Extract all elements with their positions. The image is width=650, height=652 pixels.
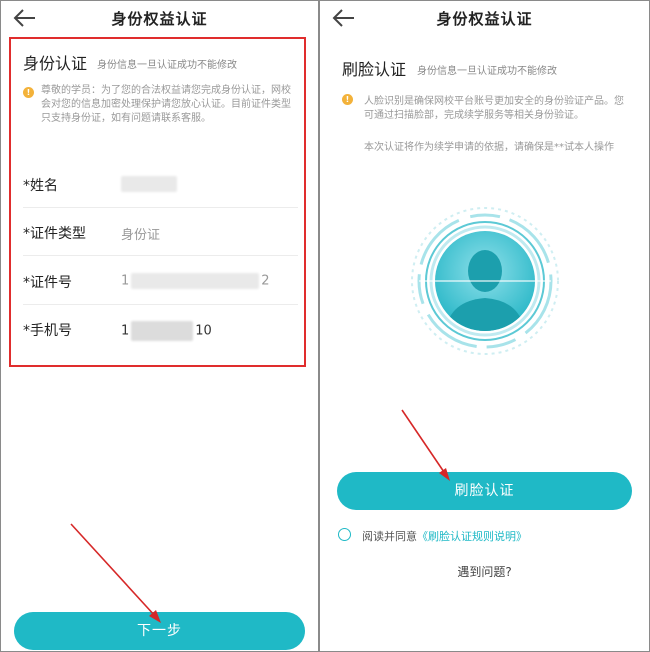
- warning-icon: !: [23, 87, 34, 98]
- phone-value: 1 10: [121, 321, 212, 341]
- section-title: 身份认证: [23, 54, 88, 73]
- id-number-label: *证件号: [23, 275, 72, 291]
- next-step-button[interactable]: 下一步: [14, 612, 305, 650]
- agree-prefix: 阅读并同意: [362, 530, 417, 543]
- name-row[interactable]: *姓名: [23, 160, 298, 208]
- face-verification-screen: 身份权益认证 刷脸认证 身份信息一旦认证成功不能修改 ! 人脸识别是确保网校平台…: [320, 1, 649, 651]
- id-number-value: 12: [121, 273, 270, 289]
- notice-text: 人脸识别是确保网校平台账号更加安全的身份验证产品。您可通过扫描脸部，完成续学服务…: [364, 96, 624, 121]
- phone-label: *手机号: [23, 323, 72, 339]
- notice-text: 尊敬的学员：为了您的合法权益请您完成身份认证，网校会对您的信息加密处理保护请您放…: [41, 85, 291, 124]
- phone-row[interactable]: *手机号 1 10: [23, 305, 298, 353]
- id-type-row[interactable]: *证件类型 身份证: [23, 208, 298, 256]
- warning-icon: !: [342, 94, 353, 105]
- id-type-label: *证件类型: [23, 226, 86, 242]
- notice-text-2: 本次认证将作为续学申请的依据，请确保是**试本人操作: [364, 142, 614, 153]
- top-bar: 身份权益认证: [320, 1, 649, 37]
- face-scan-illustration: [411, 207, 559, 355]
- page-title: 身份权益认证: [111, 10, 208, 28]
- name-value: [121, 176, 177, 192]
- face-verify-button[interactable]: 刷脸认证: [337, 472, 632, 510]
- identity-form-screen: 身份权益认证 身份认证 身份信息一旦认证成功不能修改 ! 尊敬的学员：为了您的合…: [1, 1, 318, 651]
- top-bar: 身份权益认证: [1, 1, 318, 37]
- id-type-value: 身份证: [121, 228, 161, 243]
- page-title: 身份权益认证: [436, 10, 533, 28]
- problem-link[interactable]: 遇到问题?: [320, 563, 649, 580]
- rules-link[interactable]: 《刷脸认证规则说明》: [417, 530, 527, 543]
- section-title: 刷脸认证: [342, 60, 407, 79]
- id-number-row[interactable]: *证件号 12: [23, 257, 298, 305]
- section-subtitle: 身份信息一旦认证成功不能修改: [97, 60, 237, 71]
- agree-radio[interactable]: [338, 528, 351, 541]
- section-subtitle: 身份信息一旦认证成功不能修改: [417, 66, 557, 77]
- name-label: *姓名: [23, 178, 58, 194]
